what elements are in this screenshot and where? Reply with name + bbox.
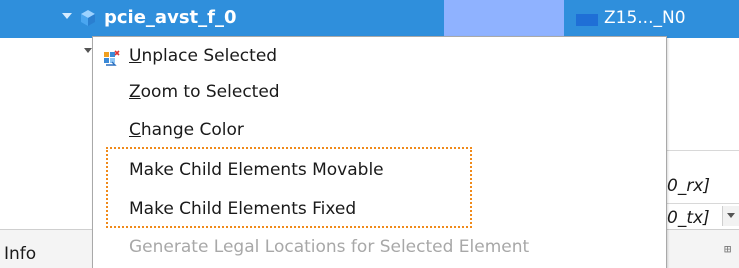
menu-item-change-color[interactable]: Change Color xyxy=(93,113,666,149)
tree-cell-text: 0_rx] xyxy=(667,176,710,196)
selected-tree-row[interactable]: pcie_avst_f_0 Z15..._N0 xyxy=(0,0,739,38)
mnemonic: C xyxy=(129,120,141,140)
menu-item-unplace-selected[interactable]: Unplace Selected xyxy=(93,39,666,75)
highlight-annotation-box xyxy=(106,147,472,228)
menu-item-label: oom to Selected xyxy=(140,82,280,102)
menu-item-label: nplace Selected xyxy=(141,46,278,66)
menu-item-zoom-to-selected[interactable]: Zoom to Selected xyxy=(93,75,666,111)
menu-item-label: Generate Legal Locations for Selected El… xyxy=(129,237,530,257)
info-label: Info xyxy=(4,244,37,264)
tree-cell-text: 0_tx] xyxy=(667,208,710,228)
scroll-down-button[interactable] xyxy=(722,206,739,226)
menu-item-generate-legal-locations: Generate Legal Locations for Selected El… xyxy=(93,230,666,266)
instance-name: pcie_avst_f_0 xyxy=(104,7,237,28)
pin-icon[interactable]: ⊞ xyxy=(724,242,738,258)
part-color-swatch xyxy=(576,14,598,26)
expand-arrow-icon[interactable] xyxy=(62,13,72,19)
context-menu: Unplace Selected Zoom to Selected Change… xyxy=(92,36,667,268)
menu-item-label: hange Color xyxy=(140,120,244,140)
unplace-icon xyxy=(104,50,120,66)
grid-line xyxy=(655,203,739,204)
grid-line xyxy=(655,150,739,151)
instance-cube-icon xyxy=(81,10,95,26)
part-name: Z15..._N0 xyxy=(604,8,686,28)
color-cell xyxy=(444,0,564,38)
mnemonic: U xyxy=(129,46,142,66)
mnemonic: Z xyxy=(129,82,141,102)
child-expand-arrow-icon[interactable] xyxy=(84,48,92,53)
